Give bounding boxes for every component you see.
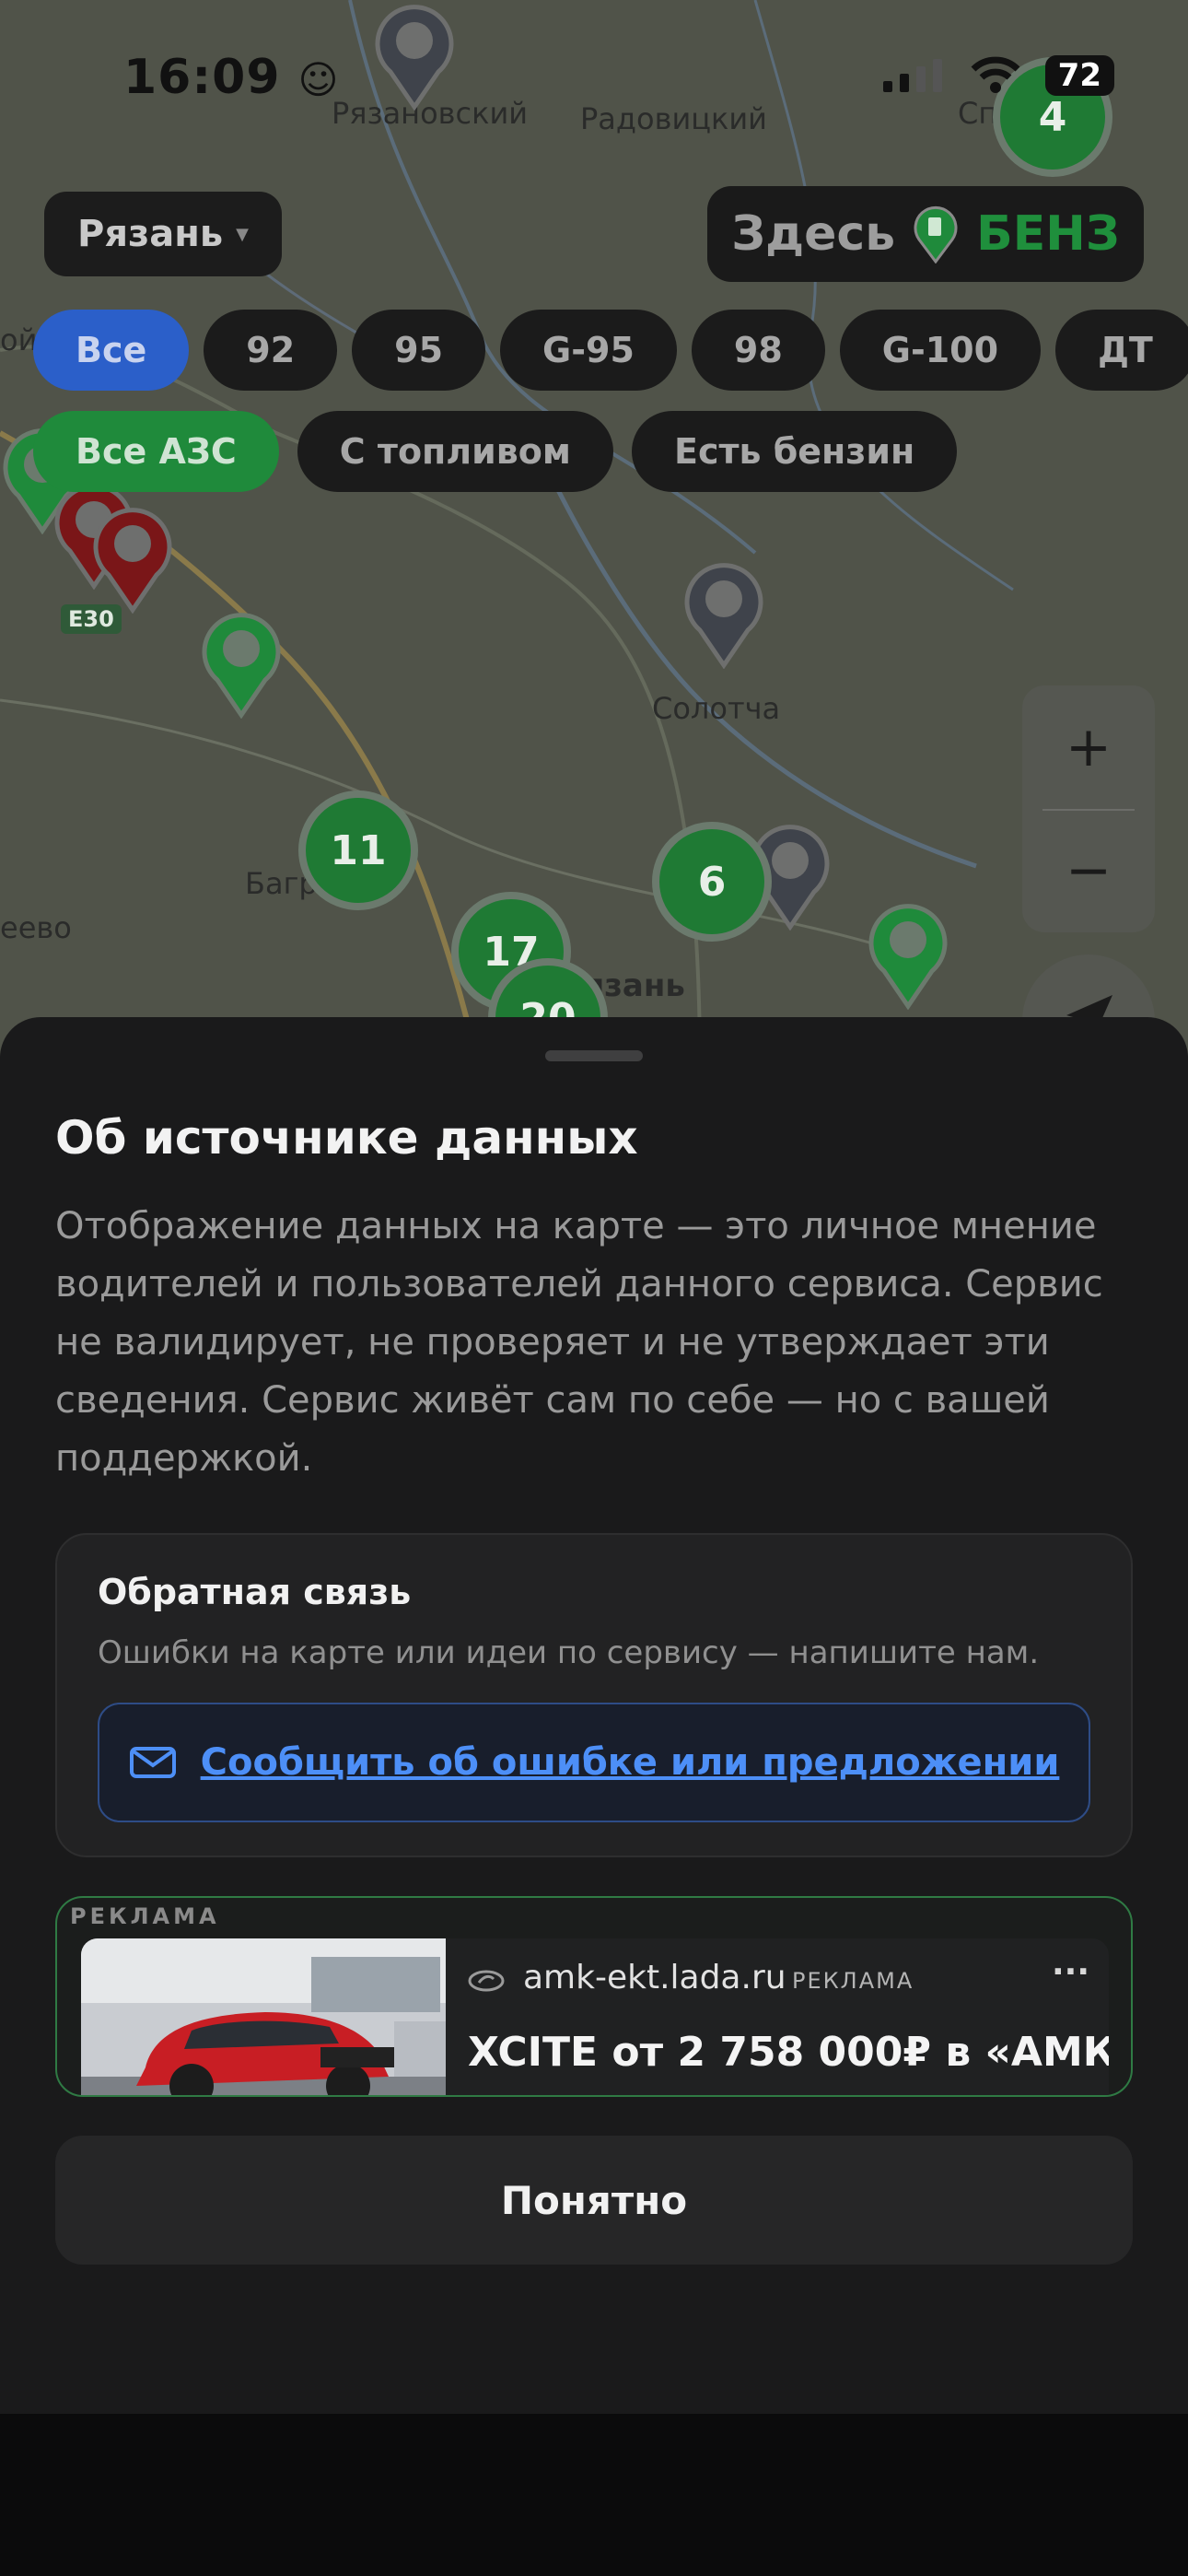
feedback-card: Обратная связь Ошибки на карте или идеи … [55, 1533, 1133, 1857]
battery-indicator: 72 [1044, 55, 1114, 96]
lada-logo-icon [468, 1970, 505, 1992]
place-label: еево [0, 910, 72, 945]
fuel-filter-chips: Все 92 95 G-95 98 G-100 ДТ [33, 310, 1188, 391]
chip-fuel-g100[interactable]: G-100 [839, 310, 1042, 391]
data-source-sheet: Об источнике данных Отображение данных н… [0, 1017, 1188, 2414]
logo-text-left: Здесь [731, 206, 896, 262]
mail-icon [129, 1747, 176, 1778]
zoom-out-button[interactable]: − [1022, 809, 1155, 932]
station-cluster[interactable]: 11 [298, 790, 418, 910]
app-logo: Здесь БЕНЗ [707, 186, 1144, 282]
status-icons: 72 [881, 55, 1114, 96]
wifi-icon [971, 56, 1020, 93]
city-label: Рязань [77, 213, 224, 255]
cellular-signal-icon [882, 59, 942, 92]
caret-down-icon: ▼ [236, 224, 250, 244]
report-error-button[interactable]: Сообщить об ошибке или предложении [98, 1703, 1090, 1822]
zoom-controls: + − [1022, 685, 1155, 932]
gas-station-pin-red[interactable] [90, 503, 175, 614]
report-error-label: Сообщить об ошибке или предложении [200, 1741, 1060, 1784]
more-options-icon[interactable]: ··· [1052, 1953, 1089, 1991]
status-time: 16:09 ☺ [123, 50, 339, 105]
feedback-subtitle: Ошибки на карте или идеи по сервису — на… [98, 1634, 1040, 1671]
feedback-title: Обратная связь [98, 1572, 412, 1612]
chip-fuel-92[interactable]: 92 [204, 310, 338, 391]
sheet-drag-handle[interactable] [545, 1050, 643, 1061]
chip-with-fuel[interactable]: С топливом [297, 411, 613, 492]
ad-card[interactable]: amk-ekt.lada.ru РЕКЛАМА ··· XCITE от 2 7… [81, 1938, 1109, 2095]
sheet-title: Об источнике данных [55, 1111, 638, 1165]
station-filter-chips: Все АЗС С топливом Есть бензин [33, 411, 958, 492]
ad-tag: РЕКЛАМА [70, 1903, 220, 1929]
understood-button[interactable]: Понятно [55, 2136, 1133, 2265]
chip-fuel-diesel[interactable]: ДТ [1055, 310, 1188, 391]
location-pin-icon [914, 205, 958, 263]
chip-fuel-g95[interactable]: G-95 [500, 310, 677, 391]
zoom-in-button[interactable]: + [1022, 685, 1155, 809]
logo-text-right: БЕНЗ [976, 206, 1120, 262]
zoom-divider [1042, 809, 1135, 811]
chip-all-stations[interactable]: Все АЗС [33, 411, 279, 492]
gas-station-pin-gray[interactable] [372, 0, 457, 111]
map-view[interactable]: Рязановский Радовицкий Спасский Солотча … [0, 0, 1188, 1069]
sheet-description: Отображение данных на карте — это личное… [55, 1205, 1103, 1480]
chip-fuel-all[interactable]: Все [33, 310, 190, 391]
chip-has-petrol[interactable]: Есть бензин [631, 411, 958, 492]
station-cluster[interactable]: 6 [652, 822, 772, 942]
ad-domain: amk-ekt.lada.ru [523, 1959, 786, 1996]
ad-headline: XCITE от 2 758 000₽ в «АМК [468, 2029, 1109, 2076]
ad-label: РЕКЛАМА [792, 1968, 914, 1994]
gas-station-pin-green[interactable] [866, 899, 950, 1010]
place-label: Солотча [652, 691, 781, 726]
chip-fuel-95[interactable]: 95 [352, 310, 486, 391]
smiley-icon: ☺ [297, 57, 340, 102]
ad-car-image [81, 1938, 446, 2095]
map-background [0, 0, 1188, 1069]
gas-station-pin-green[interactable] [199, 608, 284, 719]
chip-fuel-98[interactable]: 98 [691, 310, 825, 391]
place-label: Радовицкий [580, 101, 767, 136]
city-selector[interactable]: Рязань ▼ [44, 192, 283, 276]
clock-text: 16:09 [123, 50, 281, 105]
gas-station-pin-gray[interactable] [681, 558, 766, 669]
